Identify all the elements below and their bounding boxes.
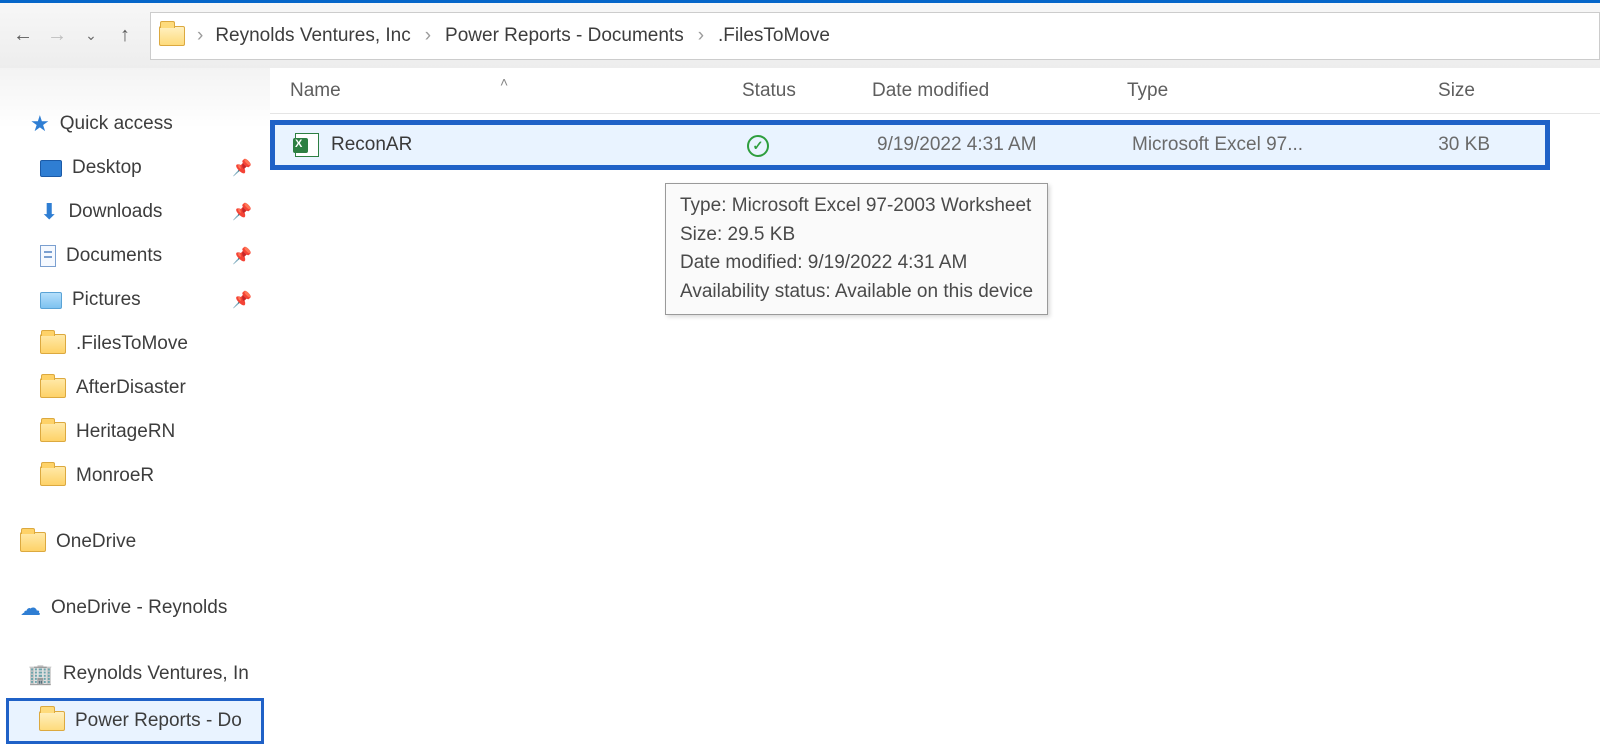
tooltip-line: Size: 29.5 KB [680,221,1033,250]
excel-file-icon [295,133,319,157]
forward-button[interactable]: → [40,19,74,53]
pin-icon: 📌 [232,202,252,222]
sidebar-item-label: Pictures [72,289,141,311]
folder-icon [40,334,66,354]
back-button[interactable]: ← [6,19,40,53]
folder-icon [39,711,65,731]
sidebar-item-desktop[interactable]: Desktop 📌 [0,146,270,190]
sidebar-item-onedrive[interactable]: OneDrive [0,520,270,564]
folder-icon [159,26,185,46]
desktop-icon [40,160,62,177]
pin-icon: 📌 [232,246,252,266]
column-header-status[interactable]: Status [742,80,872,102]
history-dropdown[interactable]: ⌄ [74,19,108,53]
column-header-name[interactable]: Name ˄ [290,80,742,102]
column-headers: Name ˄ Status Date modified Type Size [270,68,1600,114]
breadcrumb-item[interactable]: Reynolds Ventures, Inc [215,25,410,47]
sidebar-item-downloads[interactable]: ⬇ Downloads 📌 [0,190,270,234]
document-icon [40,245,56,267]
sidebar-item-label: HeritageRN [76,421,175,443]
pin-icon: 📌 [232,158,252,178]
file-name: ReconAR [331,134,412,156]
file-size: 30 KB [1350,134,1500,156]
column-header-type[interactable]: Type [1127,80,1345,102]
sidebar-item-filestomove[interactable]: .FilesToMove [0,322,270,366]
column-header-date[interactable]: Date modified [872,80,1127,102]
sidebar-item-label: .FilesToMove [76,333,188,355]
cloud-icon: ☁ [20,596,41,621]
building-icon: 🏢 [28,662,53,687]
tooltip-line: Availability status: Available on this d… [680,278,1033,307]
sidebar-item-afterdisaster[interactable]: AfterDisaster [0,366,270,410]
sidebar-item-power-reports[interactable]: Power Reports - Do [6,698,264,744]
breadcrumb-sep: › [425,25,431,47]
sidebar-item-label: OneDrive - Reynolds [51,597,227,619]
sidebar-item-heritagern[interactable]: HeritageRN [0,410,270,454]
breadcrumb-item[interactable]: .FilesToMove [718,25,830,47]
file-row[interactable]: ReconAR ✓ 9/19/2022 4:31 AM Microsoft Ex… [270,120,1550,170]
column-header-size[interactable]: Size [1345,80,1495,102]
sidebar-item-label: Power Reports - Do [75,710,242,732]
star-icon: ★ [30,111,50,137]
sidebar-item-monroer[interactable]: MonroeR [0,454,270,498]
breadcrumb-sep: › [197,25,203,47]
folder-icon [20,532,46,552]
sidebar-item-label: OneDrive [56,531,136,553]
sidebar-item-label: Documents [66,245,162,267]
file-list-panel: Name ˄ Status Date modified Type Size Re… [270,68,1600,743]
folder-icon [40,378,66,398]
sidebar-item-pictures[interactable]: Pictures 📌 [0,278,270,322]
toolbar: ← → ⌄ ↑ › Reynolds Ventures, Inc › Power… [0,0,1600,68]
pictures-icon [40,292,62,309]
up-button[interactable]: ↑ [108,19,142,53]
navigation-sidebar: ★ Quick access Desktop 📌 ⬇ Downloads 📌 D… [0,68,270,743]
tooltip-line: Date modified: 9/19/2022 4:31 AM [680,249,1033,278]
pin-icon: 📌 [232,290,252,310]
folder-icon [40,422,66,442]
breadcrumb: Reynolds Ventures, Inc › Power Reports -… [215,25,830,47]
sidebar-item-label: Desktop [72,157,142,179]
sidebar-item-quick-access[interactable]: ★ Quick access [0,102,270,146]
sidebar-item-onedrive-reynolds[interactable]: ☁ OneDrive - Reynolds [0,586,270,630]
sidebar-item-label: Quick access [60,113,173,135]
sidebar-item-label: MonroeR [76,465,154,487]
sync-status-icon: ✓ [747,135,769,157]
tooltip-line: Type: Microsoft Excel 97-2003 Worksheet [680,192,1033,221]
file-tooltip: Type: Microsoft Excel 97-2003 Worksheet … [665,183,1048,315]
sort-indicator-icon: ˄ [500,74,508,90]
sidebar-item-label: AfterDisaster [76,377,186,399]
folder-icon [40,466,66,486]
breadcrumb-sep: › [698,25,704,47]
sidebar-item-label: Reynolds Ventures, In [63,663,249,685]
sidebar-item-label: Downloads [68,201,162,223]
file-type: Microsoft Excel 97... [1132,134,1350,156]
file-date: 9/19/2022 4:31 AM [877,134,1132,156]
column-label: Name [290,80,341,102]
sidebar-item-reynolds-ventures[interactable]: 🏢 Reynolds Ventures, In [0,652,270,696]
breadcrumb-item[interactable]: Power Reports - Documents [445,25,684,47]
sidebar-item-documents[interactable]: Documents 📌 [0,234,270,278]
download-icon: ⬇ [40,199,58,225]
address-bar[interactable]: › Reynolds Ventures, Inc › Power Reports… [150,12,1600,60]
